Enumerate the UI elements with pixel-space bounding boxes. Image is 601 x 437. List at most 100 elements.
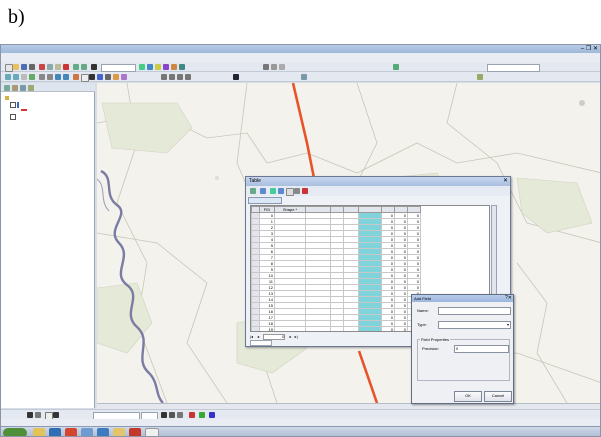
arctoolbox-icon[interactable] [171,64,177,70]
pan-icon[interactable] [21,74,27,80]
zoom-to-selected-icon[interactable] [294,188,300,194]
measure-icon[interactable] [113,74,119,80]
vertex-icon[interactable] [279,64,285,70]
paste-icon[interactable] [55,64,61,70]
delete-selected-icon[interactable] [302,188,308,194]
hyperlink-icon[interactable] [121,74,127,80]
close-icon[interactable]: ?✕ [505,295,512,302]
print-icon[interactable] [29,64,35,70]
files-icon[interactable] [113,428,125,436]
color-swatch-icon[interactable] [233,74,239,80]
zoom-out-icon[interactable] [13,74,19,80]
add-field-dialog[interactable]: Add Field ?✕ Name: Type: ▾ Field Propert… [411,294,514,404]
snapping-icon[interactable] [477,74,483,80]
list-by-selection-icon[interactable] [28,85,34,91]
full-extent-icon[interactable] [29,74,35,80]
table-cell[interactable] [358,326,382,331]
visibility-checkbox[interactable] [10,114,16,120]
ok-button[interactable]: OK [454,391,482,402]
redo-icon[interactable] [81,64,87,70]
pdf-icon[interactable] [129,428,141,436]
undo-icon[interactable] [73,64,79,70]
toc-layers-group[interactable] [5,95,10,101]
field-type-select[interactable]: ▾ [438,321,511,329]
clear-selection-icon[interactable] [286,188,294,196]
next-record-icon[interactable]: ▸ [289,334,291,339]
select-by-attributes-icon[interactable] [270,188,276,194]
underline-icon[interactable] [177,412,183,418]
bold-icon[interactable] [161,412,167,418]
related-tables-icon[interactable] [260,188,266,194]
explorer-icon[interactable] [33,428,45,436]
find-icon[interactable] [105,74,111,80]
list-by-visibility-icon[interactable] [20,85,26,91]
layout-icon-3[interactable] [177,74,183,80]
delete-icon[interactable] [63,64,69,70]
cut-icon[interactable] [39,64,45,70]
field-name-input[interactable] [438,307,511,315]
precision-input[interactable]: 0 [454,345,509,353]
list-by-drawing-order-icon[interactable] [4,85,10,91]
identify-icon[interactable] [97,74,103,80]
paint-icon[interactable] [145,428,159,436]
map-scale-select[interactable] [101,64,136,72]
close-icon[interactable]: ✕ [503,177,508,186]
row-selector[interactable] [251,326,260,331]
open-icon[interactable] [13,64,19,70]
browser-icon[interactable] [49,428,61,436]
last-record-icon[interactable]: ▸| [295,334,298,339]
text-icon[interactable] [53,412,59,418]
fill-color-icon[interactable] [199,412,205,418]
back-icon[interactable] [55,74,61,80]
line-color-icon[interactable] [209,412,215,418]
table-cell[interactable] [330,326,344,331]
cancel-button[interactable]: Cancel [484,391,512,402]
table-cell[interactable]: 19 [259,326,275,331]
dialog-title[interactable]: Add Field [412,295,513,302]
layout-icon-2[interactable] [169,74,175,80]
visibility-checkbox[interactable] [10,102,16,108]
edit-tool-icon[interactable] [263,64,269,70]
switch-selection-icon[interactable] [278,188,284,194]
layout-icon-1[interactable] [161,74,167,80]
layer-select[interactable] [487,64,540,72]
layout-icon-4[interactable] [185,74,191,80]
save-icon[interactable] [21,64,27,70]
table-cell[interactable] [305,326,331,331]
list-by-source-icon[interactable] [12,85,18,91]
fixed-zoom-out-icon[interactable] [47,74,53,80]
select-features-icon[interactable] [73,74,79,80]
table-row[interactable]: 19000 [251,326,421,331]
table-options-icon[interactable] [250,188,256,194]
table-title[interactable]: Table [246,177,510,186]
georef-icon[interactable] [393,64,399,70]
table-cell[interactable] [274,326,306,331]
italic-icon[interactable] [169,412,175,418]
arcmap-icon[interactable] [97,428,109,436]
fixed-zoom-icon[interactable] [39,74,45,80]
select-elements-icon[interactable] [89,74,95,80]
clear-selection-icon[interactable] [81,74,89,82]
editor-toolbar-icon[interactable] [139,64,145,70]
select-arrow-icon[interactable] [27,412,33,418]
catalog-icon[interactable] [155,64,161,70]
rotate-icon[interactable] [35,412,41,418]
zoom-in-icon[interactable] [5,74,11,80]
python-icon[interactable] [179,64,185,70]
table-layer-tab[interactable] [248,197,282,204]
first-record-icon[interactable]: |◂ [250,334,253,339]
font-color-icon[interactable] [189,412,195,418]
forward-icon[interactable] [63,74,69,80]
toc-icon[interactable] [147,64,153,70]
copy-icon[interactable] [47,64,53,70]
table-bottom-tab[interactable] [250,340,272,346]
table-cell[interactable]: 0 [381,326,395,331]
previous-record-icon[interactable]: ◂ [257,334,259,339]
start-button[interactable] [3,428,27,436]
new-icon[interactable] [5,64,13,72]
toc-layer-second[interactable] [10,114,17,120]
window-controls[interactable]: – ❐ ✕ [581,45,598,53]
tin-edit-icon[interactable] [301,74,307,80]
sketch-icon[interactable] [271,64,277,70]
add-data-icon[interactable] [91,64,97,70]
